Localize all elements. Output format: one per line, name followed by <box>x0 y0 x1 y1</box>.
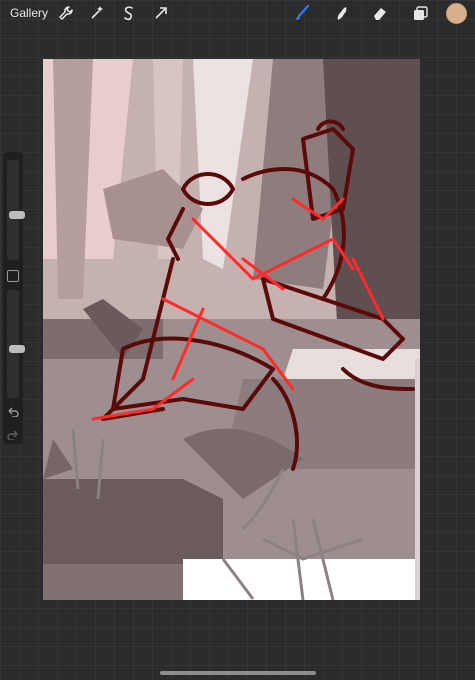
brush-size-thumb[interactable] <box>9 211 25 219</box>
selection-icon[interactable] <box>120 4 138 22</box>
eraser-icon[interactable] <box>371 4 389 22</box>
opacity-thumb[interactable] <box>9 345 25 353</box>
sidebar <box>3 152 25 444</box>
home-indicator <box>160 671 316 675</box>
transform-arrow-icon[interactable] <box>152 4 170 22</box>
undo-icon[interactable] <box>6 405 20 417</box>
brush-size-slider[interactable] <box>7 160 25 260</box>
toolbar: Gallery <box>0 0 475 26</box>
redo-icon[interactable] <box>6 428 20 440</box>
smudge-icon[interactable] <box>332 4 350 22</box>
magic-wand-icon[interactable] <box>88 4 106 22</box>
layers-icon[interactable] <box>411 4 429 22</box>
color-swatch[interactable] <box>446 3 467 24</box>
artwork <box>43 59 420 600</box>
gallery-button[interactable]: Gallery <box>10 6 48 20</box>
brush-icon[interactable] <box>293 4 311 22</box>
drawing-canvas[interactable] <box>43 59 420 600</box>
modify-button[interactable] <box>7 270 19 282</box>
wrench-icon[interactable] <box>57 4 75 22</box>
opacity-slider[interactable] <box>7 290 25 398</box>
